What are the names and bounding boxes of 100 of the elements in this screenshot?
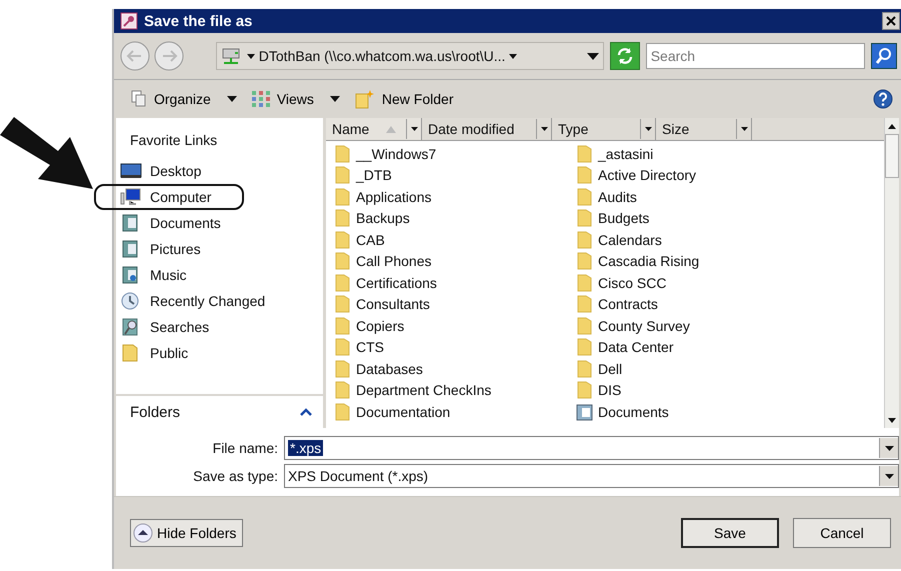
file-list-item[interactable]: Data Center	[576, 336, 884, 358]
folder-icon	[576, 274, 594, 292]
window-title: Save the file as	[144, 12, 254, 30]
file-list-item[interactable]: Cascadia Rising	[576, 250, 884, 272]
refresh-button[interactable]	[610, 42, 640, 70]
annotation-arrow-icon	[0, 117, 95, 192]
file-list-item[interactable]: Cisco SCC	[576, 272, 884, 294]
field-label: Save as type:	[192, 468, 279, 484]
file-list-item[interactable]: Active Directory	[576, 164, 884, 186]
dropdown-caret-icon[interactable]	[586, 52, 599, 60]
column-header[interactable]: Size	[656, 118, 752, 140]
folder-icon	[334, 230, 352, 249]
file-list-item[interactable]: Applications	[334, 186, 576, 208]
library-icon	[576, 402, 594, 421]
file-list-item[interactable]: County Survey	[576, 315, 884, 336]
file-name-field[interactable]: *.xps	[284, 436, 899, 460]
hide-folders-button[interactable]: Hide Folders	[130, 519, 244, 547]
scrollbar-thumb[interactable]	[885, 134, 899, 178]
folder-icon	[334, 402, 352, 421]
file-list-item[interactable]: Department CheckIns	[334, 380, 576, 401]
close-button[interactable]	[882, 12, 900, 30]
toolbar-menu-button[interactable]: Views	[248, 88, 342, 110]
file-list-item[interactable]: _DTB	[334, 164, 576, 186]
folder-icon	[576, 252, 594, 270]
folder-icon	[334, 360, 352, 378]
file-list-item[interactable]: Call Phones	[334, 250, 576, 272]
caret-icon	[226, 96, 237, 102]
file-list-item[interactable]: CAB	[334, 229, 576, 250]
vertical-scrollbar[interactable]	[884, 118, 899, 428]
file-list-item[interactable]: Consultants	[334, 294, 576, 315]
column-dropdown-button[interactable]	[536, 119, 551, 139]
favorite-link[interactable]: Recently Changed	[116, 288, 266, 314]
address-bar[interactable]: DTothBan (\\co.whatcom.wa.us\root\U...	[216, 42, 604, 70]
favorite-link[interactable]: Searches	[116, 314, 210, 340]
folder-icon	[576, 209, 594, 228]
favorite-link[interactable]: Music	[116, 262, 187, 288]
file-list-item[interactable]: _astasini	[576, 143, 884, 164]
folder-icon	[334, 381, 352, 400]
chevron-up-icon	[299, 407, 313, 417]
pages-icon	[130, 90, 148, 108]
field-label: File name:	[212, 440, 279, 456]
caret-icon	[644, 127, 652, 131]
app-icon	[120, 12, 138, 30]
search-button[interactable]	[871, 43, 897, 69]
column-dropdown-button[interactable]	[640, 119, 655, 139]
column-header[interactable]: Name	[326, 118, 422, 140]
file-list-item[interactable]: Documents	[576, 401, 884, 422]
folder-icon	[334, 338, 352, 356]
file-list-item[interactable]: Budgets	[576, 208, 884, 229]
file-list-item[interactable]: Backups	[334, 208, 576, 229]
folder-icon	[334, 274, 352, 292]
favorite-link[interactable]: Desktop	[116, 158, 202, 184]
column-dropdown-button[interactable]	[406, 119, 421, 139]
desktop-icon	[120, 161, 142, 181]
computer-icon	[120, 187, 142, 207]
toolbar-menu-button[interactable]: Organize	[128, 88, 239, 110]
file-list-item[interactable]: Audits	[576, 186, 884, 208]
file-list-item[interactable]: Calendars	[576, 229, 884, 250]
folder-icon	[334, 295, 352, 314]
folder-icon	[576, 295, 594, 314]
folder-icon	[576, 144, 594, 163]
favorite-link[interactable]: Public	[116, 340, 188, 366]
folder-icon	[334, 188, 352, 206]
caret-icon	[884, 446, 894, 450]
folder-icon	[576, 316, 594, 335]
file-list-item[interactable]: Documentation	[334, 401, 576, 422]
help-icon[interactable]	[873, 89, 893, 109]
favorite-links-heading: Favorite Links	[129, 132, 218, 148]
file-list-item[interactable]: Contracts	[576, 294, 884, 315]
file-list-item[interactable]: Certifications	[334, 272, 576, 294]
file-list-item[interactable]: DIS	[576, 380, 884, 401]
file-list-item[interactable]: Copiers	[334, 315, 576, 336]
folder-icon	[334, 166, 352, 184]
file-list-item[interactable]: CTS	[334, 336, 576, 358]
favorite-link[interactable]: Computer	[94, 184, 244, 210]
favorite-link[interactable]: Documents	[116, 210, 221, 236]
folder-icon	[576, 381, 594, 400]
caret-icon	[410, 127, 418, 131]
caret-icon	[884, 474, 894, 478]
column-header[interactable]: Date modified	[422, 118, 552, 140]
sort-ascending-icon	[386, 126, 396, 132]
cancel-button[interactable]: Cancel	[793, 518, 891, 548]
caret-icon	[740, 127, 748, 131]
caret-icon	[540, 127, 548, 131]
column-dropdown-button[interactable]	[736, 119, 751, 139]
search-icon	[875, 47, 894, 65]
file-list-item[interactable]: Databases	[334, 358, 576, 380]
save-button[interactable]: Save	[681, 518, 779, 548]
column-header[interactable]: Type	[552, 118, 656, 140]
folder-icon	[576, 188, 594, 206]
favorite-link[interactable]: Pictures	[116, 236, 201, 262]
search-field[interactable]: Search	[646, 43, 866, 69]
file-list-item[interactable]: Dell	[576, 358, 884, 380]
arrow-up-icon	[888, 124, 896, 128]
folder-icon	[576, 166, 594, 184]
grid-icon	[250, 90, 271, 108]
toolbar-button[interactable]: New Folder	[352, 87, 456, 111]
folder-icon	[576, 230, 594, 249]
file-list-item[interactable]: __Windows7	[334, 143, 576, 164]
save-type-dropdown[interactable]: XPS Document (*.xps)	[284, 464, 899, 488]
